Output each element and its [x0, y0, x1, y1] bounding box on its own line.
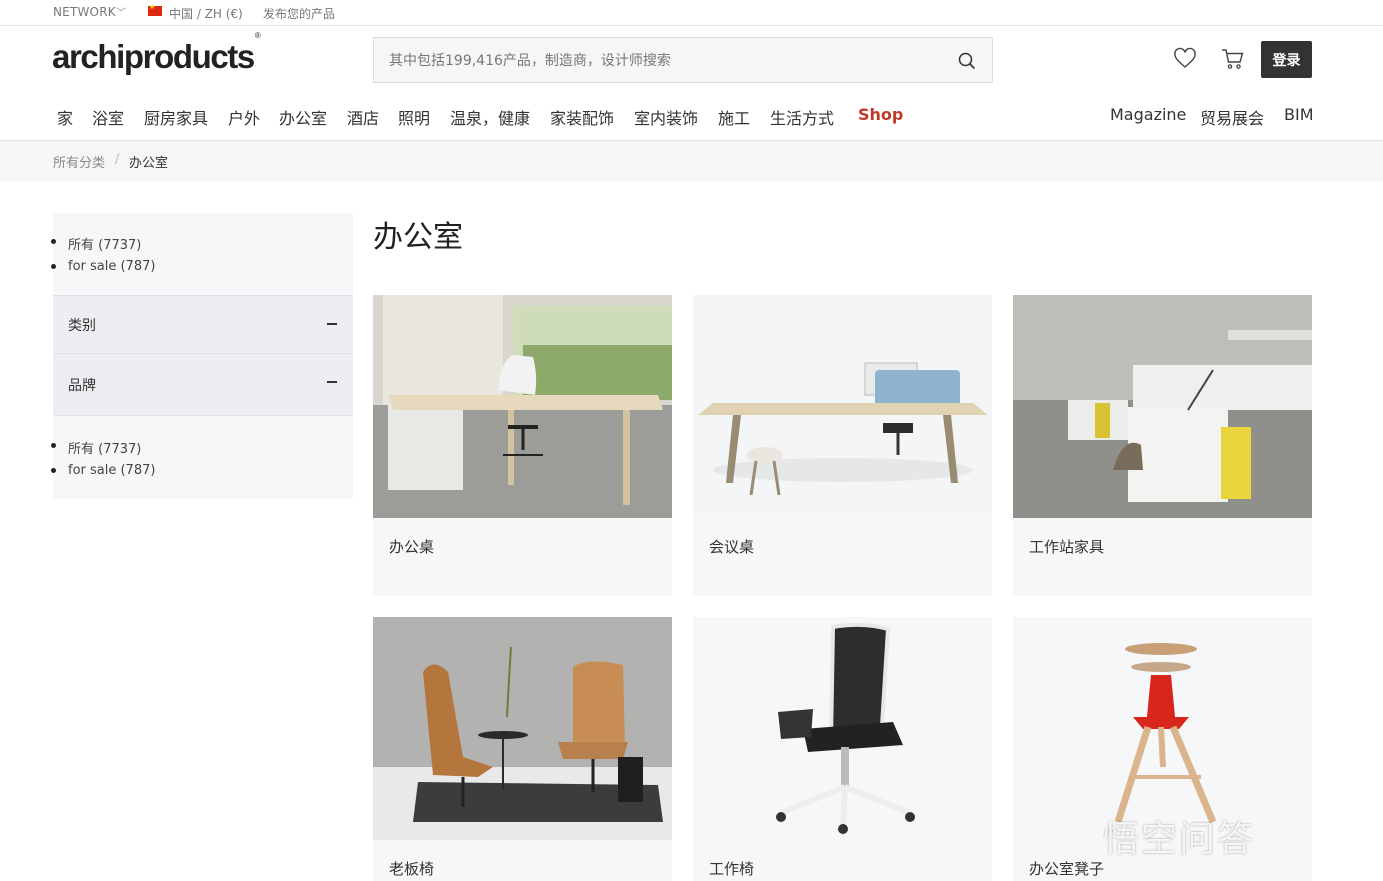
nav-item-office[interactable]: 办公室	[279, 105, 327, 129]
network-menu[interactable]: NETWORK	[53, 5, 116, 19]
country-selector[interactable]: 中国 / ZH (€)	[169, 5, 243, 22]
category-caption: 工作椅	[709, 860, 755, 878]
filter-sidebar: 所有 (7737) for sale (787) 类别 品牌 所有 (7737)…	[51, 213, 353, 499]
login-button[interactable]: 登录	[1261, 41, 1312, 78]
category-card-meeting-tables[interactable]: 会议桌	[693, 295, 992, 596]
archiproducts-logo[interactable]: archiproducts®	[52, 31, 261, 76]
nav-item-lighting[interactable]: 照明	[398, 105, 430, 129]
nav-item-home[interactable]: 家	[57, 105, 73, 129]
category-card-task-chairs[interactable]: 工作椅	[693, 617, 992, 881]
filter-section-category[interactable]: 类别	[53, 295, 353, 353]
minus-icon[interactable]	[327, 381, 337, 383]
nav-item-outdoor[interactable]: 户外	[228, 105, 260, 129]
category-image	[1013, 617, 1312, 840]
nav-item-interior[interactable]: 室内装饰	[634, 105, 698, 129]
category-image	[693, 617, 992, 840]
category-caption: 工作站家具	[1029, 538, 1105, 556]
minus-icon[interactable]	[327, 323, 337, 325]
nav-item-shop[interactable]: Shop	[858, 105, 903, 124]
filter-list-bottom: 所有 (7737) for sale (787)	[51, 435, 353, 485]
nav-item-spa[interactable]: 温泉，健康	[450, 105, 530, 129]
nav-item-kitchen[interactable]: 厨房家具	[144, 105, 208, 129]
watermark: 悟空问答	[1103, 819, 1256, 860]
nav-item-accessories[interactable]: 家装配饰	[550, 105, 614, 129]
nav-item-bathroom[interactable]: 浴室	[92, 105, 124, 129]
filter-section-label: 品牌	[68, 378, 96, 394]
breadcrumb-current: 办公室	[129, 156, 169, 171]
category-caption: 办公室凳子	[1029, 860, 1105, 878]
breadcrumb-separator: /	[115, 152, 120, 167]
filter-all[interactable]: 所有 (7737)	[51, 435, 353, 460]
nav-item-trade-fairs[interactable]: 贸易展会	[1200, 105, 1264, 129]
cart-icon[interactable]	[1221, 47, 1245, 71]
breadcrumb: 所有分类 / 办公室	[0, 141, 1383, 181]
category-caption: 办公桌	[389, 538, 435, 556]
search-input[interactable]	[389, 50, 939, 72]
filter-list-top: 所有 (7737) for sale (787)	[51, 231, 353, 281]
search-bar	[373, 37, 993, 83]
search-icon[interactable]	[958, 52, 976, 70]
category-image	[1013, 295, 1312, 518]
category-caption: 会议桌	[709, 538, 755, 556]
category-caption: 老板椅	[389, 860, 435, 878]
category-image	[693, 295, 992, 518]
heart-icon[interactable]	[1173, 47, 1197, 71]
nav-item-magazine[interactable]: Magazine	[1110, 105, 1186, 124]
category-card-desks[interactable]: 办公桌	[373, 295, 672, 596]
filter-all[interactable]: 所有 (7737)	[51, 231, 353, 256]
nav-item-bim[interactable]: BIM	[1284, 105, 1314, 124]
filter-section-label: 类别	[68, 318, 96, 334]
category-image	[373, 617, 672, 840]
nav-item-hotel[interactable]: 酒店	[347, 105, 379, 129]
main-nav: 家 浴室 厨房家具 户外 办公室 酒店 照明 温泉，健康 家装配饰 室内装饰 施…	[0, 100, 1383, 141]
china-flag-icon	[148, 3, 162, 16]
chevron-down-icon[interactable]: ﹀	[116, 4, 126, 19]
category-card-executive-chairs[interactable]: 老板椅	[373, 617, 672, 881]
top-utility-bar: NETWORK ﹀ 中国 / ZH (€) 发布您的产品	[0, 0, 1383, 26]
page-title: 办公室	[373, 220, 463, 255]
filter-for-sale[interactable]: for sale (787)	[51, 460, 353, 485]
filter-section-brand[interactable]: 品牌	[53, 353, 353, 416]
nav-item-lifestyle[interactable]: 生活方式	[770, 105, 834, 129]
publish-products-link[interactable]: 发布您的产品	[263, 5, 335, 22]
breadcrumb-all-categories[interactable]: 所有分类	[53, 152, 105, 171]
nav-item-construction[interactable]: 施工	[718, 105, 750, 129]
category-image	[373, 295, 672, 518]
category-card-workstations[interactable]: 工作站家具	[1013, 295, 1312, 596]
filter-for-sale[interactable]: for sale (787)	[51, 256, 353, 281]
